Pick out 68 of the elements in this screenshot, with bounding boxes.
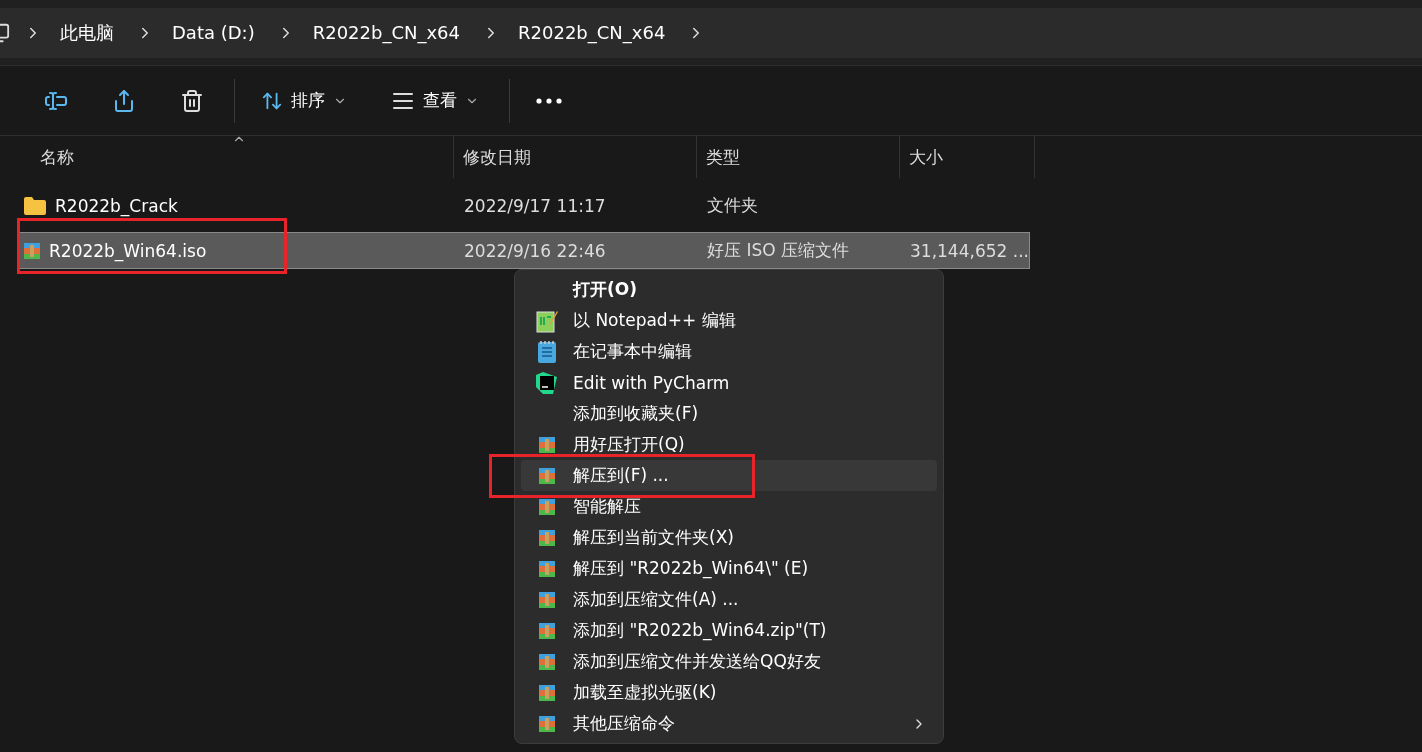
column-header[interactable]: 修改日期 <box>454 136 697 178</box>
archive-icon <box>538 590 556 609</box>
menu-item[interactable]: 加载至虚拟光驱(K) <box>521 677 937 708</box>
menu-item-label: 解压到(F) ... <box>573 464 669 487</box>
menu-item[interactable]: 用好压打开(Q) <box>521 429 937 460</box>
archive-icon <box>538 714 556 733</box>
address-bar[interactable]: 此电脑 Data (D:) R2022b_CN_x64 R2022b_CN_x64 <box>0 7 1422 58</box>
breadcrumb-item[interactable]: R2022b_CN_x64 <box>500 22 688 43</box>
menu-item-label: 添加到压缩文件(A) ... <box>573 588 739 611</box>
file-type: 好压 ISO 压缩文件 <box>706 239 850 262</box>
menu-item[interactable]: 以 Notepad++ 编辑 <box>521 305 937 336</box>
file-name: R2022b_Crack <box>55 195 178 216</box>
menu-item[interactable]: Edit with PyCharm <box>521 367 937 398</box>
archive-icon <box>538 652 556 671</box>
pycharm-icon <box>535 370 559 395</box>
folder-icon <box>23 195 47 216</box>
archive-icon <box>538 621 556 640</box>
menu-item-label: 用好压打开(Q) <box>573 433 685 456</box>
column-header[interactable]: 名称 <box>0 136 454 178</box>
archive-icon <box>538 466 556 485</box>
archive-icon <box>23 241 41 260</box>
menu-item[interactable]: 添加到收藏夹(F) <box>521 398 937 429</box>
file-size: 31,144,652 ... <box>909 240 1029 261</box>
archive-icon <box>538 435 556 454</box>
menu-item[interactable]: 解压到当前文件夹(X) <box>521 522 937 553</box>
notepad-icon <box>537 339 557 364</box>
file-row[interactable]: R2022b_Win64.iso 2022/9/16 22:46 好压 ISO 压缩文件 31,144,652 ... <box>18 232 1030 269</box>
file-row[interactable]: R2022b_Crack 2022/9/17 11:17 文件夹 <box>18 187 1030 224</box>
view-button[interactable]: 查看 <box>377 78 493 123</box>
menu-item[interactable]: 其他压缩命令 <box>521 708 937 739</box>
menu-item-label: 添加到收藏夹(F) <box>573 402 699 425</box>
menu-item[interactable]: 添加到压缩文件并发送给QQ好友 <box>521 646 937 677</box>
archive-icon <box>538 528 556 547</box>
trash-icon <box>180 88 204 113</box>
file-date: 2022/9/16 22:46 <box>463 240 607 261</box>
breadcrumb-item[interactable]: R2022b_CN_x64 <box>294 22 482 43</box>
menu-item-label: 其他压缩命令 <box>573 712 675 735</box>
menu-item-label: 添加到压缩文件并发送给QQ好友 <box>573 650 821 673</box>
menu-item-label: 解压到当前文件夹(X) <box>573 526 734 549</box>
menu-item[interactable]: 添加到压缩文件(A) ... <box>521 584 937 615</box>
menu-item-label: 解压到 "R2022b_Win64\" (E) <box>573 557 809 580</box>
menu-item[interactable]: 智能解压 <box>521 491 937 522</box>
breadcrumb-item[interactable]: Data (D:) <box>154 22 277 43</box>
file-type: 文件夹 <box>706 194 759 217</box>
menu-item[interactable]: 在记事本中编辑 <box>521 336 937 367</box>
menu-item-label: 在记事本中编辑 <box>573 340 692 363</box>
sort-button[interactable]: 排序 <box>247 78 361 123</box>
archive-icon <box>538 683 556 702</box>
share-icon <box>112 88 136 113</box>
column-header[interactable]: 大小 <box>900 136 1035 178</box>
notepad-pencil-icon <box>536 308 558 333</box>
breadcrumb-item[interactable]: 此电脑 <box>42 20 136 45</box>
menu-item-label: 加载至虚拟光驱(K) <box>573 681 717 704</box>
menu-item[interactable]: 解压到(F) ... <box>521 460 937 491</box>
more-icon <box>536 97 562 104</box>
archive-icon <box>538 497 556 516</box>
column-header[interactable]: 类型 <box>697 136 900 178</box>
menu-item[interactable]: 打开(O) <box>521 274 937 305</box>
menu-item-label: 添加到 "R2022b_Win64.zip"(T) <box>573 619 827 642</box>
menu-item[interactable]: 解压到 "R2022b_Win64\" (E) <box>521 553 937 584</box>
menu-item[interactable]: 添加到 "R2022b_Win64.zip"(T) <box>521 615 937 646</box>
menu-item-label: 打开(O) <box>573 278 637 301</box>
archive-icon <box>538 559 556 578</box>
menu-item-label: 智能解压 <box>573 495 641 518</box>
menu-item-label: Edit with PyCharm <box>573 372 730 393</box>
file-date: 2022/9/17 11:17 <box>463 195 607 216</box>
menu-item-label: 以 Notepad++ 编辑 <box>573 309 736 332</box>
file-name: R2022b_Win64.iso <box>49 240 207 261</box>
